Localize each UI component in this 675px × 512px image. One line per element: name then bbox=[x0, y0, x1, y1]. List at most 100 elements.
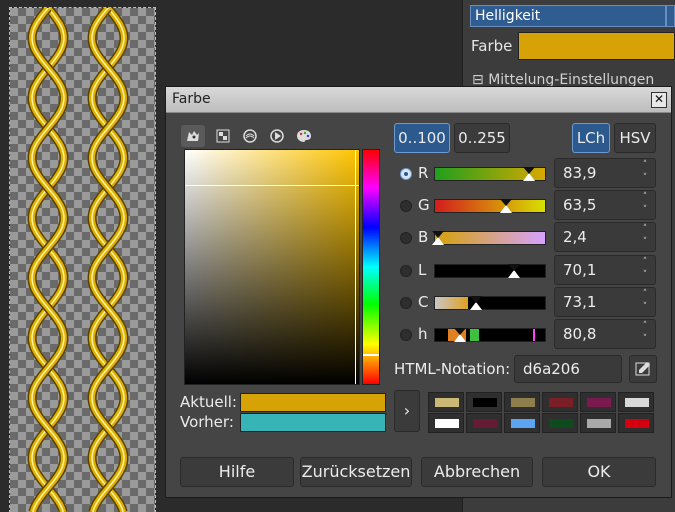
history-swatch[interactable] bbox=[618, 392, 654, 412]
helligkeit-dropdown[interactable]: Helligkeit bbox=[470, 5, 666, 27]
help-button[interactable]: Hilfe bbox=[180, 457, 294, 487]
history-swatch[interactable] bbox=[542, 413, 578, 433]
channel-spinbox[interactable]: 83,9 ˄ ˅ bbox=[554, 158, 656, 188]
history-swatch[interactable] bbox=[504, 392, 540, 412]
farbe-label: Farbe bbox=[471, 37, 513, 55]
add-to-history-button[interactable]: › bbox=[394, 390, 420, 432]
channel-slider[interactable] bbox=[434, 296, 546, 310]
channel-slider[interactable] bbox=[434, 328, 546, 342]
palette-selector-tab[interactable] bbox=[292, 125, 316, 147]
history-swatch-color bbox=[473, 398, 497, 407]
slider-handle-bottom[interactable] bbox=[508, 270, 520, 278]
color-picker-button[interactable] bbox=[629, 355, 657, 383]
hue-strip[interactable] bbox=[362, 149, 380, 385]
saturation-value-picker[interactable] bbox=[184, 149, 360, 385]
slider-handle-bottom[interactable] bbox=[432, 237, 444, 245]
range-0-255-button[interactable]: 0..255 bbox=[454, 123, 510, 153]
hsv-mode-button[interactable]: HSV bbox=[614, 123, 656, 153]
channel-spinbox[interactable]: 80,8 ˄ ˅ bbox=[554, 319, 656, 349]
lch-mode-button[interactable]: LCh bbox=[572, 123, 610, 153]
history-swatch[interactable] bbox=[542, 392, 578, 412]
channel-value: 63,5 bbox=[563, 196, 597, 214]
channel-slider[interactable] bbox=[434, 264, 546, 278]
chevron-down-icon[interactable]: ˅ bbox=[639, 334, 651, 344]
image-canvas[interactable] bbox=[0, 0, 165, 512]
history-swatch-color bbox=[625, 398, 649, 407]
channel-label: h bbox=[418, 325, 428, 343]
ok-button[interactable]: OK bbox=[542, 457, 656, 487]
slider-handle-bottom[interactable] bbox=[523, 173, 535, 181]
watercolor-selector-tab[interactable] bbox=[238, 125, 262, 147]
layer-boundary bbox=[9, 7, 156, 512]
chevron-up-icon[interactable]: ˄ bbox=[639, 289, 651, 299]
channel-radio-0[interactable] bbox=[400, 168, 412, 180]
slider-handle-bottom[interactable] bbox=[500, 205, 512, 213]
history-swatch[interactable] bbox=[580, 392, 616, 412]
html-notation-input[interactable]: d6a206 bbox=[514, 355, 622, 383]
reset-button[interactable]: Zurücksetzen bbox=[300, 457, 412, 487]
chevron-down-icon[interactable]: ˅ bbox=[639, 237, 651, 247]
channel-radio-1[interactable] bbox=[400, 200, 412, 212]
channel-value: 83,9 bbox=[563, 164, 597, 182]
scales-selector-tab[interactable] bbox=[211, 125, 235, 147]
current-color-swatch bbox=[240, 393, 386, 412]
chevron-down-icon[interactable]: ˅ bbox=[639, 173, 651, 183]
dialog-titlebar[interactable]: Farbe ✕ bbox=[166, 87, 671, 113]
close-button[interactable]: ✕ bbox=[651, 92, 667, 108]
watercolor-icon bbox=[243, 129, 257, 143]
cancel-button[interactable]: Abbrechen bbox=[421, 457, 533, 487]
chevron-up-icon[interactable]: ˄ bbox=[639, 192, 651, 202]
history-swatch[interactable] bbox=[580, 413, 616, 433]
slider-handle-top[interactable] bbox=[500, 199, 512, 206]
slider-handle-top[interactable] bbox=[432, 231, 444, 238]
channel-slider[interactable] bbox=[434, 167, 546, 181]
close-icon: ✕ bbox=[653, 92, 665, 106]
history-swatch-color bbox=[473, 419, 497, 428]
chevron-down-icon[interactable]: ˅ bbox=[639, 270, 651, 280]
channel-label: L bbox=[418, 261, 427, 279]
range-0-100-button[interactable]: 0..100 bbox=[394, 123, 450, 153]
chevron-up-icon[interactable]: ˄ bbox=[639, 224, 651, 234]
channel-slider[interactable] bbox=[434, 199, 546, 213]
history-swatch[interactable] bbox=[428, 392, 464, 412]
history-swatch[interactable] bbox=[618, 413, 654, 433]
history-swatch[interactable] bbox=[466, 413, 502, 433]
chevron-down-icon[interactable]: ˅ bbox=[639, 205, 651, 215]
helligkeit-dropdown-edge[interactable] bbox=[666, 5, 675, 27]
history-swatch[interactable] bbox=[466, 392, 502, 412]
slider-handle-top[interactable] bbox=[508, 264, 520, 271]
channel-radio-5[interactable] bbox=[400, 329, 412, 341]
slider-handle-top[interactable] bbox=[454, 328, 466, 335]
slider-handle-top[interactable] bbox=[523, 167, 535, 174]
hue-reference-mark bbox=[533, 329, 535, 341]
channel-spinbox[interactable]: 73,1 ˄ ˅ bbox=[554, 287, 656, 317]
history-swatch-color bbox=[549, 398, 573, 407]
slider-handle-bottom[interactable] bbox=[470, 302, 482, 310]
chevron-up-icon[interactable]: ˄ bbox=[639, 257, 651, 267]
dialog-title: Farbe bbox=[172, 91, 211, 107]
chevron-up-icon[interactable]: ˄ bbox=[639, 160, 651, 170]
channel-label: R bbox=[418, 164, 429, 182]
farbe-color-button[interactable] bbox=[518, 32, 675, 60]
channel-spinbox[interactable]: 63,5 ˄ ˅ bbox=[554, 190, 656, 220]
gimp-selector-tab[interactable] bbox=[181, 125, 205, 147]
slider-handle-bottom[interactable] bbox=[454, 334, 466, 342]
current-label: Aktuell: bbox=[180, 393, 237, 411]
history-swatch[interactable] bbox=[504, 413, 540, 433]
eyedropper-icon bbox=[635, 362, 650, 376]
history-swatch-color bbox=[549, 419, 573, 428]
channel-radio-4[interactable] bbox=[400, 297, 412, 309]
history-swatch[interactable] bbox=[428, 413, 464, 433]
channel-spinbox[interactable]: 70,1 ˄ ˅ bbox=[554, 255, 656, 285]
channel-spinbox[interactable]: 2,4 ˄ ˅ bbox=[554, 222, 656, 252]
history-swatch-color bbox=[587, 398, 611, 407]
chevron-up-icon[interactable]: ˄ bbox=[639, 321, 651, 331]
channel-radio-2[interactable] bbox=[400, 232, 412, 244]
slider-handle-top[interactable] bbox=[470, 296, 482, 303]
previous-color-swatch[interactable] bbox=[240, 413, 386, 432]
chevron-down-icon[interactable]: ˅ bbox=[639, 302, 651, 312]
channel-slider[interactable] bbox=[432, 231, 546, 245]
channel-radio-3[interactable] bbox=[400, 265, 412, 277]
sv-crosshair-vertical bbox=[355, 150, 356, 384]
triangle-selector-tab[interactable] bbox=[265, 125, 289, 147]
